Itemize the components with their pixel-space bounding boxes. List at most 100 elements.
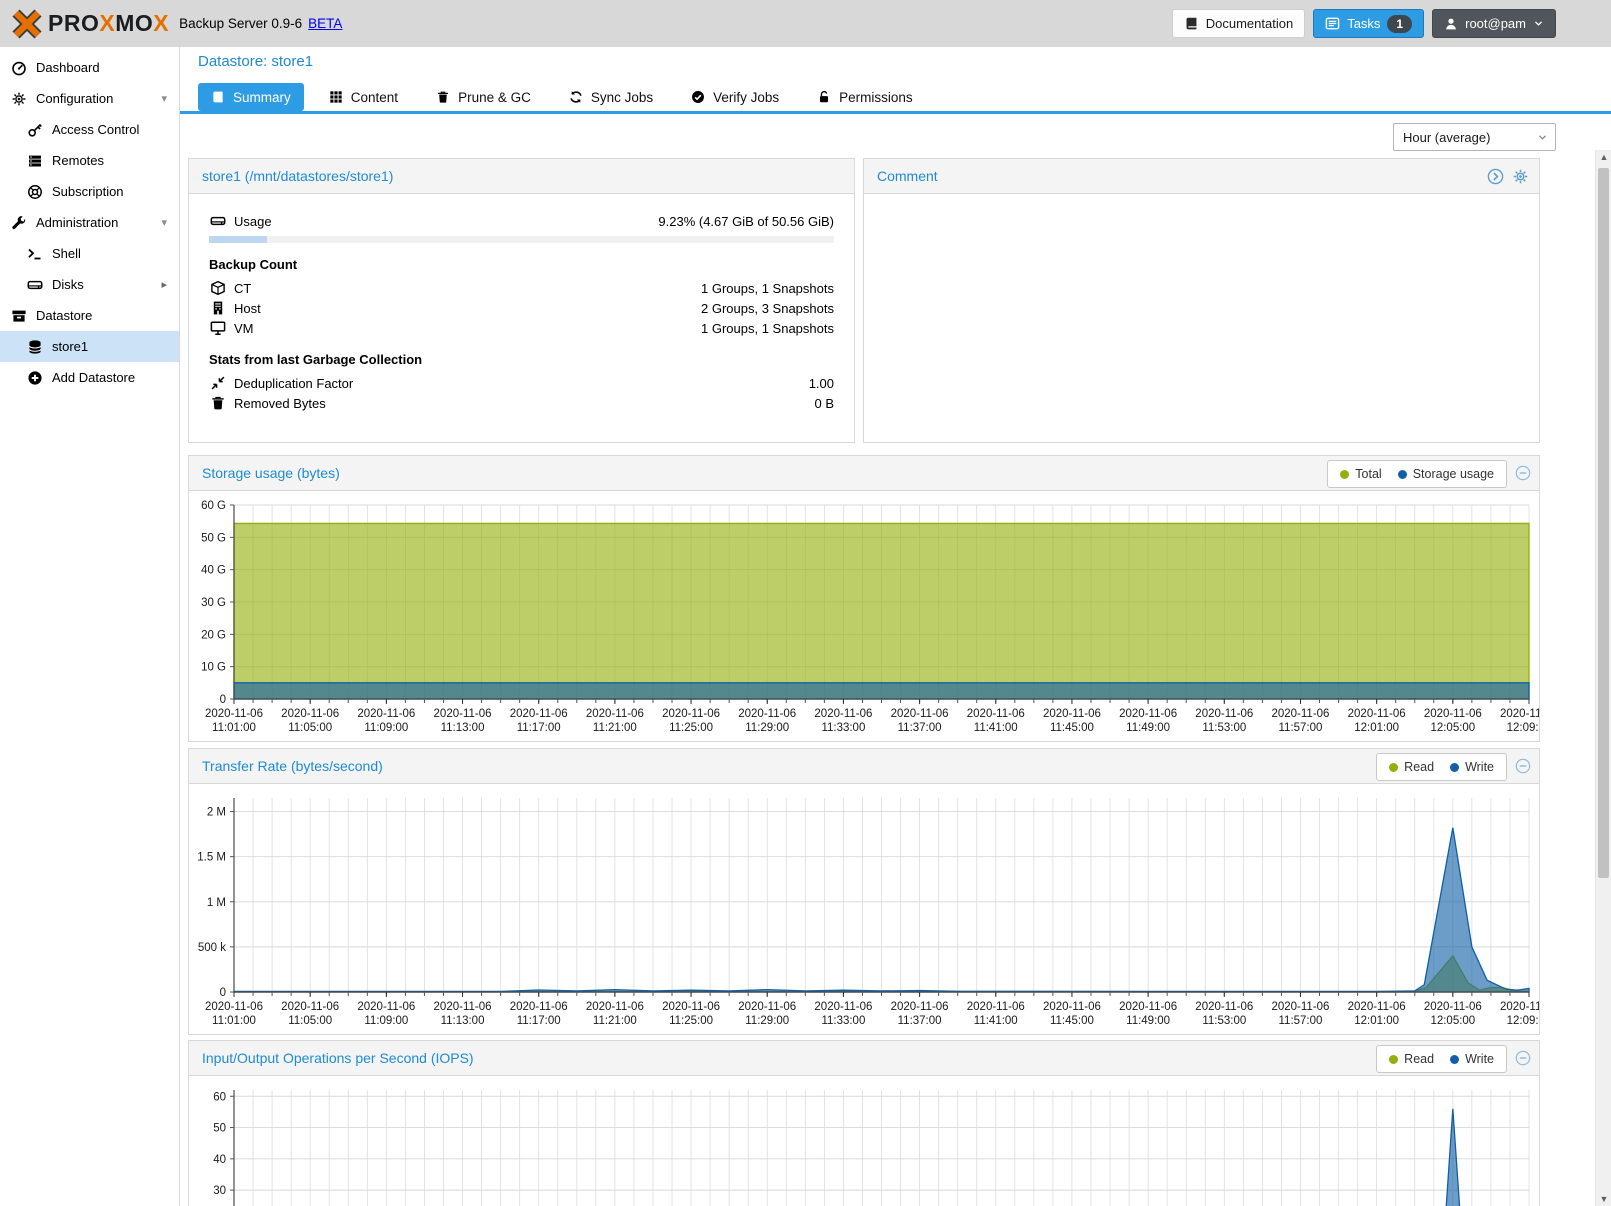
usage-progress-fill <box>209 236 267 243</box>
svg-text:2020-11-06: 2020-11-06 <box>1500 1001 1539 1013</box>
legend-item-read[interactable]: Read <box>1389 760 1434 774</box>
svg-text:11:01:00: 11:01:00 <box>212 722 256 734</box>
svg-text:11:13:00: 11:13:00 <box>441 1015 485 1027</box>
svg-text:11:01:00: 11:01:00 <box>212 1015 256 1027</box>
svg-text:11:45:00: 11:45:00 <box>1050 722 1094 734</box>
svg-text:12:05:00: 12:05:00 <box>1430 722 1475 734</box>
user-label: root@pam <box>1465 16 1526 31</box>
vertical-scrollbar[interactable]: ▲ ▼ <box>1595 150 1611 1206</box>
svg-text:1.5 M: 1.5 M <box>197 852 226 864</box>
tachometer-icon <box>10 60 28 76</box>
svg-text:2020-11-06: 2020-11-06 <box>1271 1001 1329 1013</box>
legend-item-storage-usage[interactable]: Storage usage <box>1398 467 1494 481</box>
scroll-up-arrow[interactable]: ▲ <box>1596 152 1611 162</box>
svg-text:2020-11-06: 2020-11-06 <box>434 1001 492 1013</box>
sidebar-item-dashboard[interactable]: Dashboard <box>0 52 179 83</box>
compress-icon <box>209 375 226 391</box>
tab-verify-jobs[interactable]: Verify Jobs <box>678 83 792 111</box>
svg-text:11:37:00: 11:37:00 <box>898 1015 942 1027</box>
svg-text:2020-11-06: 2020-11-06 <box>1348 1001 1406 1013</box>
minus-circle-icon[interactable] <box>1515 758 1531 774</box>
key-icon <box>26 122 44 138</box>
svg-text:12:05:00: 12:05:00 <box>1430 1015 1475 1027</box>
svg-text:11:57:00: 11:57:00 <box>1279 722 1323 734</box>
sidebar-item-datastore[interactable]: Datastore <box>0 300 179 331</box>
documentation-label: Documentation <box>1206 16 1293 31</box>
sidebar-item-remotes[interactable]: Remotes <box>0 145 179 176</box>
panel-header: Storage usage (bytes) Total Storage usag… <box>189 456 1539 491</box>
svg-text:2020-11-06: 2020-11-06 <box>1424 708 1482 720</box>
support-ring-icon <box>26 184 44 200</box>
panel-title: Comment <box>877 168 938 184</box>
legend-item-total[interactable]: Total <box>1340 467 1381 481</box>
proxmox-x-logo-icon <box>10 9 44 39</box>
minus-circle-icon[interactable] <box>1515 1050 1531 1066</box>
svg-text:11:57:00: 11:57:00 <box>1279 1015 1323 1027</box>
svg-text:2020-11-06: 2020-11-06 <box>1043 1001 1101 1013</box>
svg-text:2020-11-06: 2020-11-06 <box>1119 1001 1177 1013</box>
sidebar-item-administration[interactable]: Administration ▾ <box>0 207 179 238</box>
proxmox-logo: PROXMOX <box>10 9 169 39</box>
svg-text:50 G: 50 G <box>201 532 226 544</box>
chart-legend: Read Write <box>1376 753 1507 781</box>
main-content: Datastore: store1 Summary Content Prune … <box>180 47 1611 1206</box>
comment-body[interactable] <box>864 194 1539 443</box>
svg-text:60: 60 <box>213 1091 226 1103</box>
panel-header: Transfer Rate (bytes/second) Read Write <box>189 749 1539 784</box>
submenu-caret-icon[interactable]: ▸ <box>161 278 167 291</box>
usage-value: 9.23% (4.67 GiB of 50.56 GiB) <box>658 214 834 229</box>
tab-summary[interactable]: Summary <box>198 83 304 111</box>
comment-panel: Comment <box>863 158 1540 443</box>
minus-circle-icon[interactable] <box>1515 465 1531 481</box>
user-menu-button[interactable]: root@pam <box>1432 9 1556 38</box>
legend-dot <box>1389 1055 1398 1064</box>
svg-text:20 G: 20 G <box>201 629 226 641</box>
time-range-select[interactable]: Hour (average) <box>1393 123 1556 151</box>
chart-legend: Read Write <box>1376 1045 1507 1073</box>
svg-text:60 G: 60 G <box>201 500 226 512</box>
chevron-circle-right-icon[interactable] <box>1487 168 1504 185</box>
beta-link[interactable]: BETA <box>308 16 342 31</box>
svg-text:12:01:00: 12:01:00 <box>1354 722 1399 734</box>
sidebar-item-shell[interactable]: Shell <box>0 238 179 269</box>
tasks-button[interactable]: Tasks 1 <box>1313 9 1424 38</box>
documentation-button[interactable]: Documentation <box>1172 9 1305 38</box>
backup-count-title: Backup Count <box>209 257 834 272</box>
sidebar-item-access-control[interactable]: Access Control <box>0 114 179 145</box>
sidebar-item-disks[interactable]: Disks ▸ <box>0 269 179 300</box>
sidebar-item-subscription[interactable]: Subscription <box>0 176 179 207</box>
collapse-caret-icon[interactable]: ▾ <box>161 216 167 229</box>
legend-item-read[interactable]: Read <box>1389 1052 1434 1066</box>
svg-text:11:05:00: 11:05:00 <box>288 1015 332 1027</box>
panel-body: Usage 9.23% (4.67 GiB of 50.56 GiB) Back… <box>189 194 854 413</box>
iops-chart-panel: Input/Output Operations per Second (IOPS… <box>188 1040 1540 1206</box>
sidebar-item-configuration[interactable]: Configuration ▾ <box>0 83 179 114</box>
legend-item-write[interactable]: Write <box>1450 760 1494 774</box>
legend-item-write[interactable]: Write <box>1450 1052 1494 1066</box>
svg-text:2020-11-06: 2020-11-06 <box>662 1001 720 1013</box>
summary-toolbar: Hour (average) <box>180 114 1611 161</box>
svg-text:2020-11-06: 2020-11-06 <box>814 1001 872 1013</box>
gear-icon[interactable] <box>1512 168 1529 185</box>
scrollbar-thumb[interactable] <box>1598 168 1609 878</box>
legend-dot <box>1340 470 1349 479</box>
collapse-caret-icon[interactable]: ▾ <box>161 92 167 105</box>
svg-text:2 M: 2 M <box>207 807 226 819</box>
svg-text:11:05:00: 11:05:00 <box>288 722 332 734</box>
chart-body: 0500 k1 M1.5 M2 M2020-11-0611:01:002020-… <box>189 784 1539 1035</box>
svg-text:2020-11-06: 2020-11-06 <box>1195 1001 1253 1013</box>
sidebar-item-store1[interactable]: store1 <box>0 331 179 362</box>
svg-text:2020-11-06: 2020-11-06 <box>1119 708 1177 720</box>
sidebar-item-add-datastore[interactable]: Add Datastore <box>0 362 179 393</box>
backup-count-row-vm: VM 1 Groups, 1 Snapshots <box>209 318 834 338</box>
tab-sync-jobs[interactable]: Sync Jobs <box>556 83 666 111</box>
chart-title: Storage usage (bytes) <box>202 465 340 481</box>
storage-usage-chart: 010 G20 G30 G40 G50 G60 G2020-11-0611:01… <box>189 491 1539 742</box>
tab-permissions[interactable]: Permissions <box>804 83 926 111</box>
removed-bytes-row: Removed Bytes 0 B <box>209 393 834 413</box>
cube-icon <box>209 280 226 296</box>
tab-content[interactable]: Content <box>316 83 411 111</box>
scroll-down-arrow[interactable]: ▼ <box>1596 1194 1611 1204</box>
svg-text:2020-11-06: 2020-11-06 <box>510 1001 568 1013</box>
tab-prune-gc[interactable]: Prune & GC <box>423 83 544 111</box>
